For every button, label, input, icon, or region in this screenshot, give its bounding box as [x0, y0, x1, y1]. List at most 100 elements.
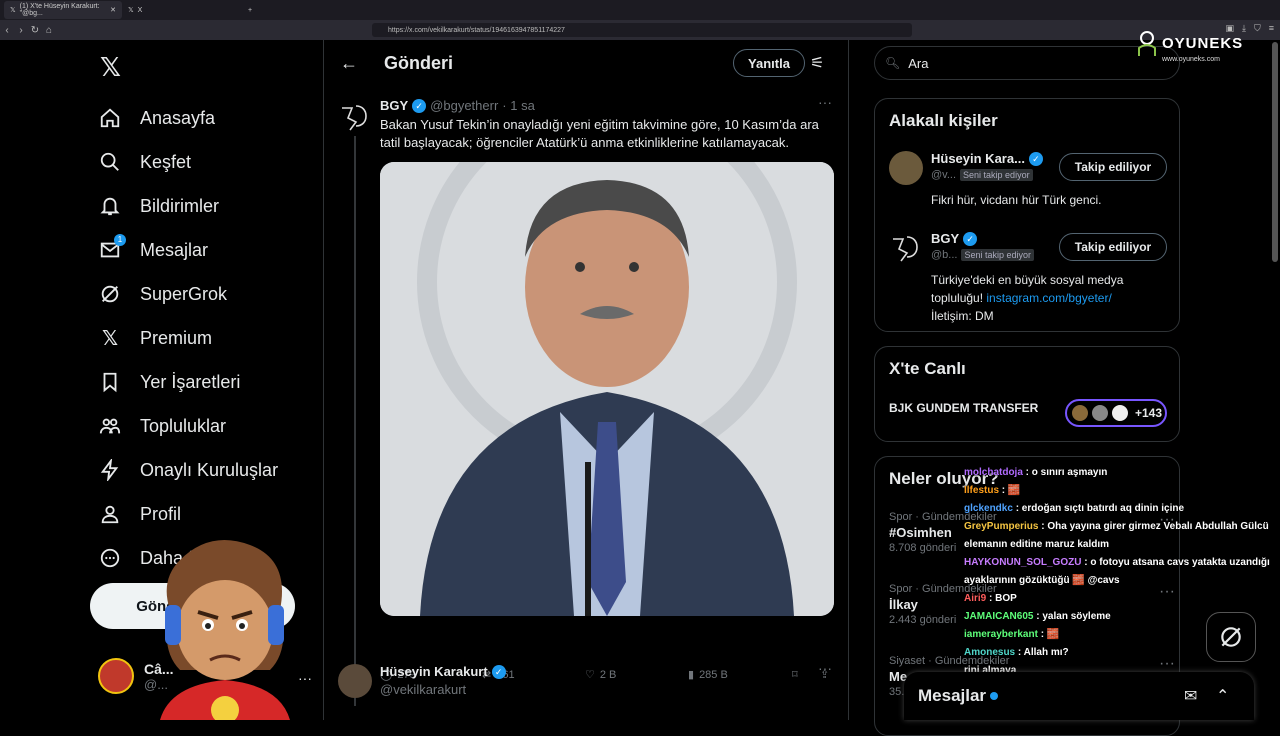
chat-message: GreyPumperius : Oha yayına girer girmez … — [964, 518, 1280, 554]
live-participants-pill[interactable]: +143 — [1065, 399, 1167, 427]
person-bio: Türkiye'deki en büyük sosyal medya toplu… — [931, 271, 1167, 325]
new-message-icon[interactable]: ✉ — [1184, 686, 1197, 706]
person-handle: @v... Seni takip ediyor — [931, 169, 1033, 181]
like-action[interactable]: ♡ 2 B — [585, 668, 616, 682]
mail-icon: 1 — [98, 234, 126, 262]
sidebar-item-label: Topluluklar — [140, 415, 227, 436]
unread-badge: 1 — [114, 234, 126, 246]
chat-text: : 🧱 — [999, 485, 1021, 496]
grok-icon — [1221, 627, 1241, 647]
author-name: Hüseyin Karakurt — [380, 664, 488, 679]
browser-tab-strip: 𝕏 (1) X'te Hüseyin Karakurt: "@bg... ✕ 𝕏… — [0, 0, 1280, 20]
chat-username: Ilfestus — [964, 485, 1000, 496]
back-arrow-icon[interactable]: ← — [340, 53, 358, 74]
scrollbar[interactable] — [1272, 42, 1278, 262]
chat-message: Airi9 : BOP — [964, 590, 1280, 608]
search-icon — [98, 150, 122, 174]
tab-title: (1) X'te Hüseyin Karakurt: "@bg... — [19, 3, 100, 17]
tweet-header: BGY ✓ @bgyetherr · 1 sa — [380, 98, 535, 113]
bookmark-action[interactable]: ⌑ — [792, 668, 798, 681]
chat-username: JAMAICAN605 — [964, 611, 1034, 622]
nav-menu: Anasayfa Keşfet Bildirimler 1 Mesajlar S… — [98, 96, 278, 580]
x-logo-icon[interactable]: 𝕏 — [100, 52, 121, 83]
sidebar-item-bookmarks[interactable]: Yer İşaretleri — [98, 360, 278, 404]
search-icon: 🔍︎ — [885, 56, 901, 70]
tweet-image[interactable] — [380, 162, 834, 616]
home-icon[interactable]: ⌂ — [42, 25, 56, 36]
bell-icon — [98, 194, 122, 218]
sidebar-item-verified-orgs[interactable]: Onaylı Kuruluşlar — [98, 448, 278, 492]
handle-text: @v... — [931, 169, 957, 181]
bookmark-icon — [98, 370, 122, 394]
heart-icon: ♡ — [585, 669, 595, 681]
live-card: X'te Canlı BJK GUNDEM TRANSFER +143 — [874, 346, 1180, 442]
brand-name: OYUNEKS — [1162, 34, 1244, 52]
x-logo-icon: 𝕏 — [101, 327, 119, 350]
reply-author[interactable]: Hüseyin Karakurt ✓ — [380, 664, 506, 679]
avatar — [1091, 404, 1109, 422]
author-name[interactable]: BGY — [380, 98, 408, 113]
forward-arrow-icon[interactable]: › — [14, 25, 28, 36]
sidebar-item-supergrok[interactable]: SuperGrok — [98, 272, 278, 316]
close-tab-icon[interactable]: ✕ — [110, 6, 116, 14]
chat-message: glckendkc : erdoğan sıçtı batırdı aq din… — [964, 500, 1280, 518]
person-handle: @b... Seni takip ediyor — [931, 249, 1034, 261]
verified-badge-icon: ✓ — [412, 98, 427, 113]
sidebar-item-label: Mesajlar — [140, 239, 209, 260]
sidebar-item-home[interactable]: Anasayfa — [98, 96, 278, 140]
more-dots-icon[interactable]: ··· — [818, 660, 832, 676]
live-item-title[interactable]: BJK GUNDEM TRANSFER — [889, 401, 1038, 415]
reply-button[interactable]: Yanıtla — [733, 49, 805, 77]
search-placeholder: Ara — [908, 55, 929, 71]
grok-button[interactable] — [1206, 612, 1256, 662]
following-button[interactable]: Takip ediliyor — [1059, 233, 1167, 261]
menu-icon[interactable]: ≡ — [1269, 23, 1274, 34]
back-arrow-icon[interactable]: ‹ — [0, 25, 14, 36]
name-text: BGY — [931, 231, 960, 246]
expand-chevron-icon[interactable]: ⌃ — [1216, 686, 1229, 706]
communities-icon — [98, 414, 122, 438]
reload-icon[interactable]: ↻ — [28, 25, 42, 36]
x-favicon-icon: 𝕏 — [128, 7, 134, 14]
sidebar-item-explore[interactable]: Keşfet — [98, 140, 278, 184]
chat-username: HAYKONUN_SOL_GOZU — [964, 557, 1082, 568]
browser-tab-second[interactable]: 𝕏 X — [122, 1, 242, 19]
messages-dock[interactable]: Mesajlar ✉ ⌃ — [904, 672, 1254, 720]
avatar — [1111, 404, 1129, 422]
sidebar-item-premium[interactable]: 𝕏 Premium — [98, 316, 278, 360]
sidebar-item-label: Anasayfa — [140, 107, 216, 128]
sponsor-logo: OYUNEKS www.oyuneks.com — [1136, 30, 1256, 63]
new-tab-button[interactable]: + — [242, 1, 258, 19]
address-bar[interactable]: https://x.com/vekilkarakurt/status/19461… — [372, 23, 912, 37]
grok-icon — [98, 282, 122, 306]
browser-tab-active[interactable]: 𝕏 (1) X'te Hüseyin Karakurt: "@bg... ✕ — [4, 1, 122, 19]
thread-line — [354, 136, 356, 706]
view-count: 285 B — [699, 668, 728, 681]
unread-dot — [990, 692, 999, 700]
person-bio: Fikri hür, vicdanı hür Türk genci. — [931, 193, 1102, 207]
sidebar-item-communities[interactable]: Topluluklar — [98, 404, 278, 448]
more-dots-icon[interactable]: ··· — [818, 94, 832, 110]
follows-you-badge: Seni takip ediyor — [961, 249, 1034, 261]
verified-badge-icon: ✓ — [491, 664, 506, 679]
following-button[interactable]: Takip ediliyor — [1059, 153, 1167, 181]
more-dots-icon[interactable]: ··· — [298, 670, 312, 686]
chat-username: glckendkc — [964, 503, 1013, 514]
views-action[interactable]: ▮ 285 B — [688, 668, 728, 682]
avatar[interactable] — [338, 664, 372, 698]
reply-handle[interactable]: @vekilkarakurt — [380, 682, 466, 697]
bio-link[interactable]: instagram.com/bgyeter/ — [986, 291, 1111, 305]
sidebar-item-label: Yer İşaretleri — [140, 371, 241, 392]
chat-text: : erdoğan sıçtı batırdı aq dinin içine — [1012, 503, 1185, 514]
live-title: X'te Canlı — [889, 359, 966, 378]
filter-settings-icon[interactable]: ⚟ — [810, 53, 824, 73]
sidebar-item-notifications[interactable]: Bildirimler — [98, 184, 278, 228]
sidebar-item-messages[interactable]: 1 Mesajlar — [98, 228, 278, 272]
search-input[interactable]: 🔍︎ Ara — [874, 46, 1180, 80]
chat-text: : Allah mı? — [1015, 647, 1069, 658]
author-handle[interactable]: @bgyetherr — [430, 98, 498, 113]
name-text: Hüseyin Kara... — [931, 151, 1025, 166]
related-title: Alakalı kişiler — [889, 111, 998, 130]
bgy-logo-icon[interactable] — [338, 100, 372, 134]
chat-text: : BOP — [986, 593, 1017, 604]
